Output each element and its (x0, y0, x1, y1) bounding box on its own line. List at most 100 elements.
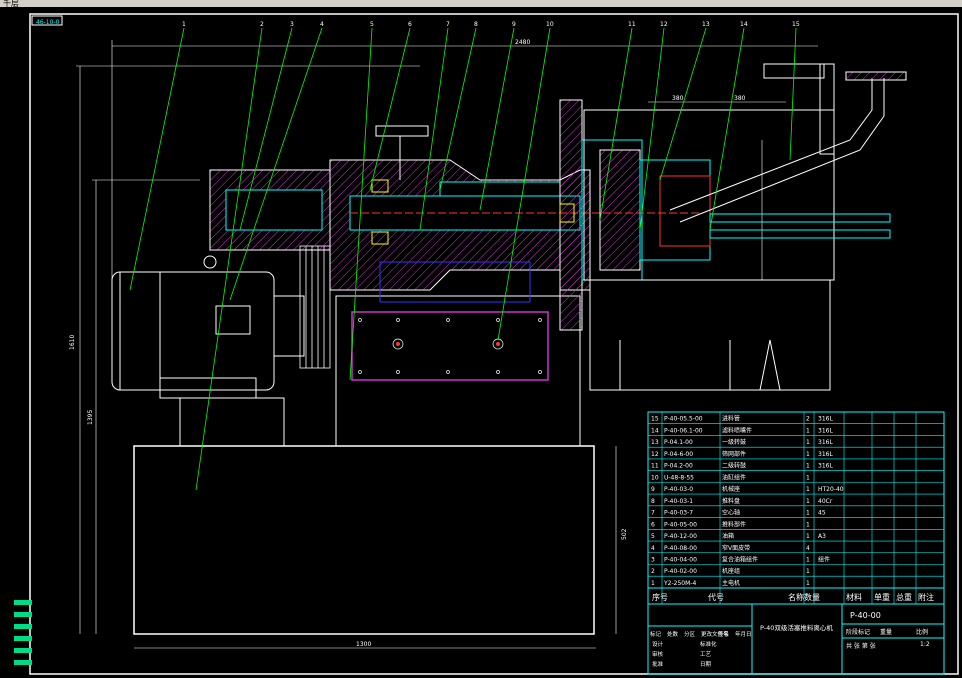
bom-cell-no: 10 (651, 474, 659, 481)
bom-cell-material: HT20-40 (818, 486, 844, 493)
balloon-3: 3 (290, 21, 294, 28)
bom-table: 15 P-40-05.5-00 进料管 2 316L14 P-40-06.1-00 滤料喷嘴… (647, 411, 945, 605)
drawing-title: P-40双级活塞推料离心机 (760, 623, 833, 632)
bom-cell-name: 复合油箱组件 (722, 555, 758, 563)
bom-cell-no: 12 (651, 451, 659, 458)
balloon-8: 8 (474, 21, 478, 28)
bom-cell-qty: 1 (806, 463, 810, 470)
bom-h-remark: 附注 (918, 592, 934, 602)
title-block-labels: 标记 处数 分区 更改文件号签名 年月日设计 标准化审核 工艺批准 日期 (650, 630, 752, 668)
bom-cell-qty: 1 (806, 556, 810, 563)
dim-spacing-a: 380 (672, 95, 684, 102)
bom-cell-code: P-40-02-00 (664, 568, 697, 575)
bom-cell-no: 4 (651, 545, 655, 552)
bom-cell-qty: 1 (806, 533, 810, 540)
bom-cell-name: 油缸组件 (722, 473, 746, 481)
bom-cell-material: 40Cr (818, 498, 833, 505)
bom-cell-code: P-04.2-00 (664, 463, 693, 470)
bom-cell-material: 316L (818, 451, 833, 458)
title-block-label: 设计 (652, 640, 664, 648)
bom-cell-qty: 4 (806, 545, 810, 552)
balloon-1: 1 (182, 21, 186, 28)
bom-cell-no: 8 (651, 498, 655, 505)
weight-label: 重量 (880, 628, 892, 636)
oil-port-left (396, 342, 400, 346)
title-block-label: 年月日 (735, 630, 752, 638)
bom-cell-name: 滤料喷嘴件 (722, 426, 752, 434)
bom-h-unit: 单重 (874, 592, 890, 602)
corner-tag: 46-10-0 (36, 19, 60, 26)
balloon-numbers: 1 2 3 4 5 6 7 8 9 10 11 12 13 14 15 (182, 21, 800, 28)
machine-base (133, 445, 595, 635)
bom-cell-qty: 1 (806, 439, 810, 446)
balloon-5: 5 (370, 21, 374, 28)
title-block-label: 工艺 (700, 651, 712, 658)
bom-cell-code: P-40-05-00 (664, 521, 697, 528)
balloon-12: 12 (660, 21, 668, 28)
stage-label: 阶段标记 (846, 628, 870, 636)
bom-cell-qty: 1 (806, 568, 810, 575)
bom-cell-code: P-40-12-00 (664, 533, 697, 540)
bom-cell-qty: 1 (806, 580, 810, 587)
bom-cell-no: 2 (651, 568, 655, 575)
cad-drawing-canvas: 46-10-0 2480 1610 1395 502 1300 380 380 (14, 13, 959, 675)
oil-tank-cover (351, 311, 549, 381)
bom-h-qty: 数量 (804, 592, 820, 602)
bom-cell-no: 5 (651, 533, 655, 540)
bom-header: 序号 代号 名称 数量 材料 单重 总重 附注 (652, 592, 934, 602)
bom-cell-qty: 2 (806, 416, 810, 423)
scale-label: 比例 (916, 628, 928, 636)
bom-cell-material: 45 (818, 510, 826, 517)
balloon-10: 10 (546, 21, 554, 28)
bom-cell-name: 机座组 (722, 567, 740, 575)
title-block-label: 日期 (700, 661, 712, 668)
dim-base-height: 502 (621, 528, 628, 540)
feed-pipe (669, 71, 907, 223)
dim-overall-width: 2480 (515, 39, 530, 46)
bom-cell-qty: 1 (806, 474, 810, 481)
dim-overall-height: 1610 (69, 335, 76, 350)
title-block-label: 处数 (667, 630, 679, 638)
bom-cell-material: 316L (818, 427, 833, 434)
bom-cell-name: 油箱 (722, 532, 734, 540)
bom-cell-no: 14 (651, 427, 659, 434)
title-block-label: 标准化 (700, 640, 717, 648)
bom-cell-code: U-48-8-55 (664, 474, 694, 481)
bom-cell-code: P-40-08-00 (664, 545, 697, 552)
bom-cell-qty: 1 (806, 427, 810, 434)
bom-cell-qty: 1 (806, 521, 810, 528)
balloon-9: 9 (512, 21, 516, 28)
cover-bolts (358, 318, 542, 374)
bom-cell-material: 组件 (818, 555, 830, 563)
dim-spacing-b: 380 (734, 95, 746, 102)
title-block-label: 批准 (652, 660, 664, 668)
motor-stand (179, 397, 285, 447)
bom-cell-name: 筛网部件 (722, 450, 746, 458)
bom-cell-name: 窄V面皮带 (722, 544, 750, 552)
bom-cell-material: A3 (818, 533, 826, 540)
title-block-label: 分区 (684, 630, 696, 638)
bom-cell-no: 6 (651, 521, 655, 528)
bom-h-total: 总重 (896, 592, 912, 602)
bom-cell-no: 3 (651, 556, 655, 563)
dim-base-width: 1300 (356, 641, 371, 648)
bom-cell-name: 空心轴 (722, 509, 740, 517)
bom-cell-qty: 1 (806, 498, 810, 505)
bom-cell-qty: 1 (806, 510, 810, 517)
dimension-lines (76, 40, 818, 649)
bom-cell-code: P-40-03-1 (664, 498, 693, 505)
title-block-label: 签名 (718, 630, 729, 638)
bom-h-material: 材料 (846, 592, 862, 602)
balloon-15: 15 (792, 21, 800, 28)
bom-cell-name: 推料部件 (722, 520, 746, 528)
bom-h-name: 名称 (788, 592, 804, 602)
balloon-4: 4 (320, 21, 324, 28)
balloon-6: 6 (408, 21, 412, 28)
main-motor (111, 255, 305, 399)
bom-cell-code: P-40-04-00 (664, 556, 697, 563)
bom-cell-name: 二级转鼓 (722, 462, 746, 470)
title-block: P-40-00 P-40双级活塞推料离心机 阶段标记 重量 比例 1:2 共 张… (647, 603, 945, 675)
bom-cell-code: P-04.1-00 (664, 439, 693, 446)
title-block-label: 标记 (650, 630, 662, 638)
bom-cell-name: 进料管 (722, 415, 740, 423)
